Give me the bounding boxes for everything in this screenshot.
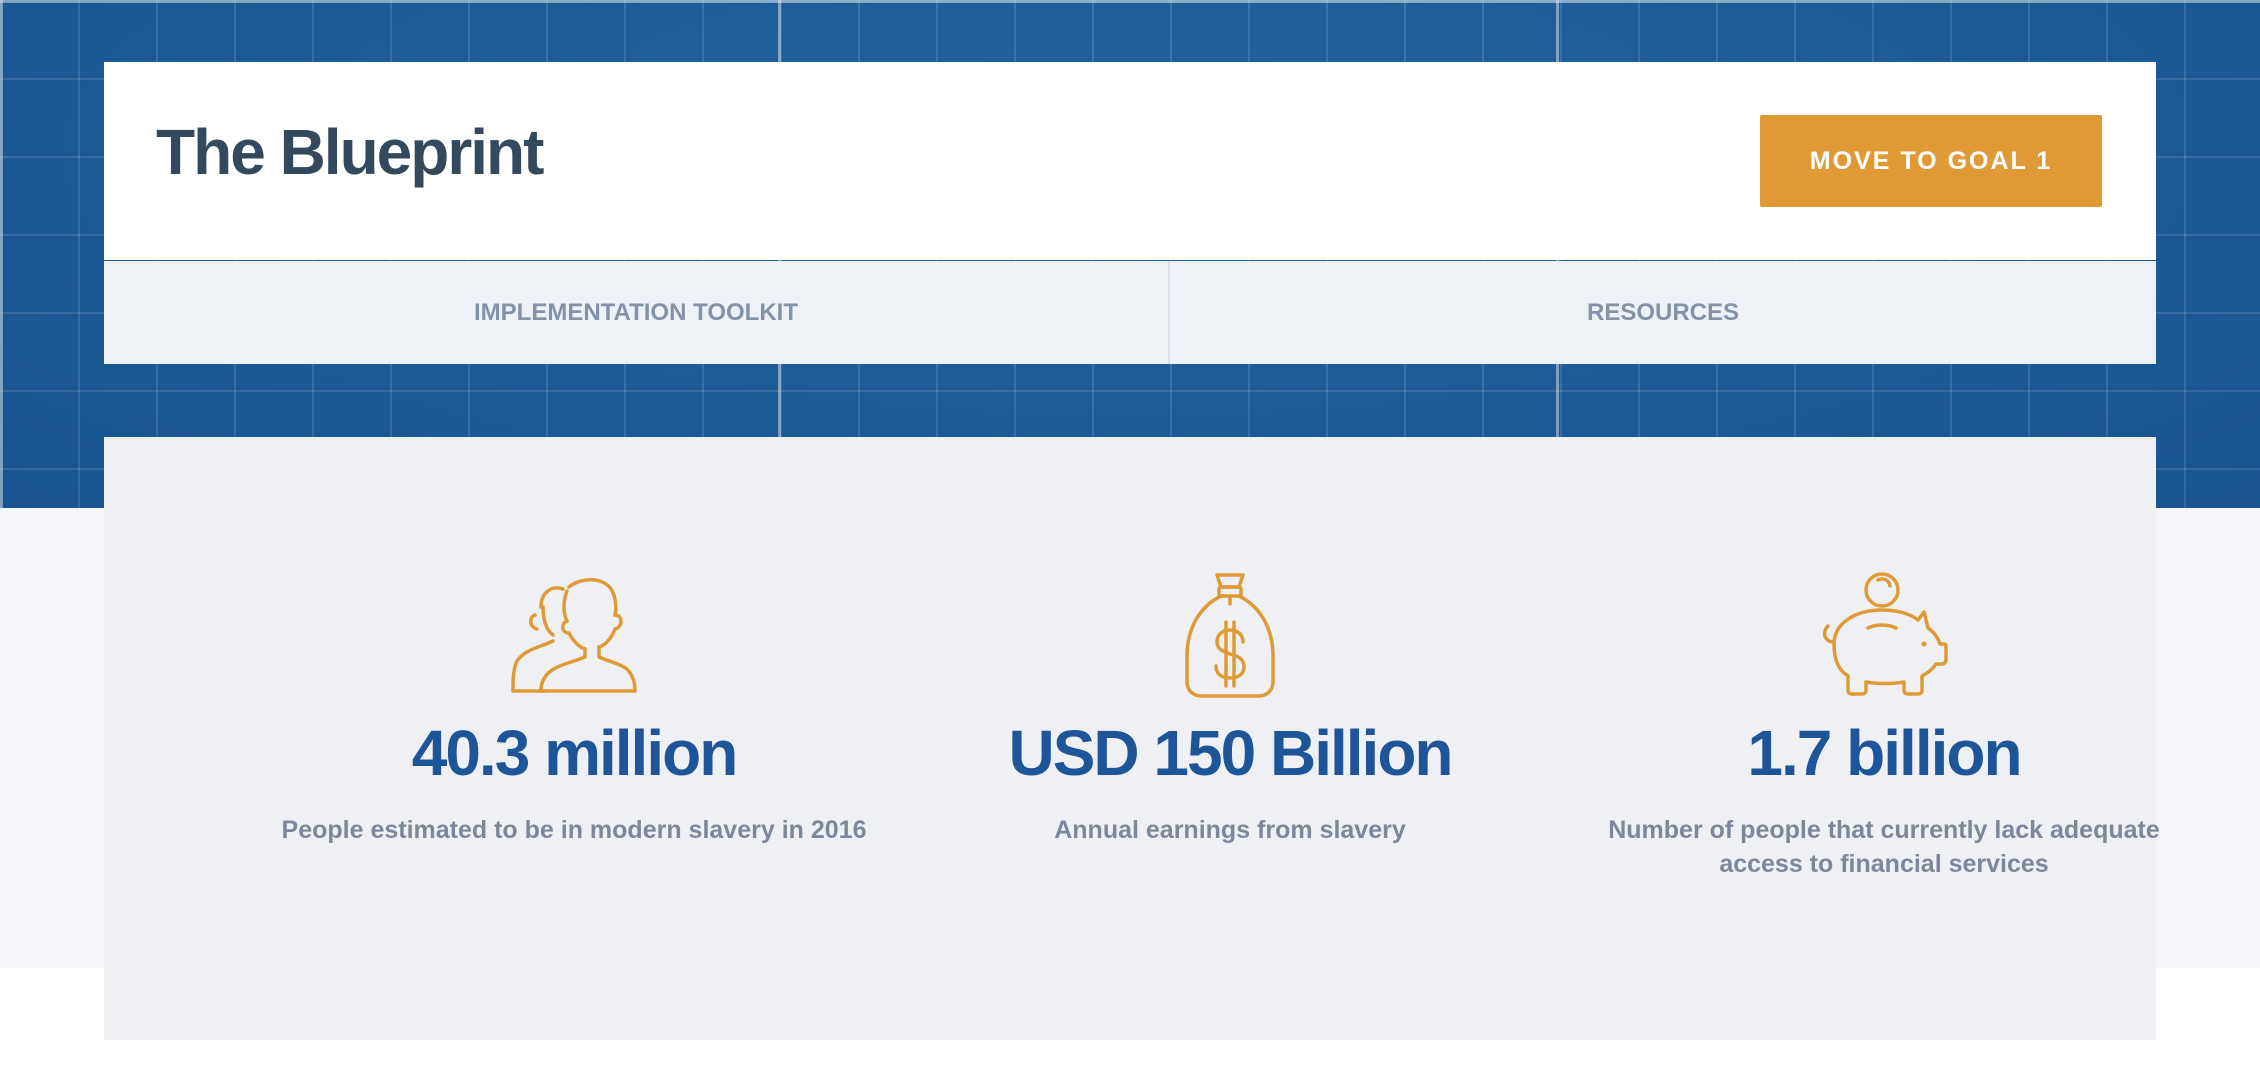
- stat-description: People estimated to be in modern slavery…: [281, 816, 867, 844]
- money-bag-icon: [1185, 573, 1275, 698]
- stats-panel: 40.3 million People estimated to be in m…: [104, 437, 2160, 1040]
- stat-value: 1.7 billion: [1747, 717, 2022, 789]
- stat-value: USD 150 Billion: [1008, 717, 1454, 789]
- stat-description: Annual earnings from slavery: [1054, 816, 1406, 844]
- site-title: The Blueprint: [156, 116, 544, 188]
- section-nav: IMPLEMENTATION TOOLKIT RESOURCES: [104, 261, 2156, 364]
- nav-item-implementation-toolkit[interactable]: IMPLEMENTATION TOOLKIT: [104, 261, 1170, 364]
- move-to-goal-button[interactable]: MOVE TO GOAL 1: [1760, 115, 2102, 207]
- stat-description: Number of people that currently lack ade…: [1608, 816, 2160, 878]
- people-icon: [511, 578, 637, 693]
- nav-item-resources[interactable]: RESOURCES: [1170, 261, 2156, 364]
- site-header: The Blueprint MOVE TO GOAL 1: [104, 62, 2156, 260]
- stat-value: 40.3 million: [411, 717, 739, 789]
- piggy-bank-icon: [1822, 572, 1948, 696]
